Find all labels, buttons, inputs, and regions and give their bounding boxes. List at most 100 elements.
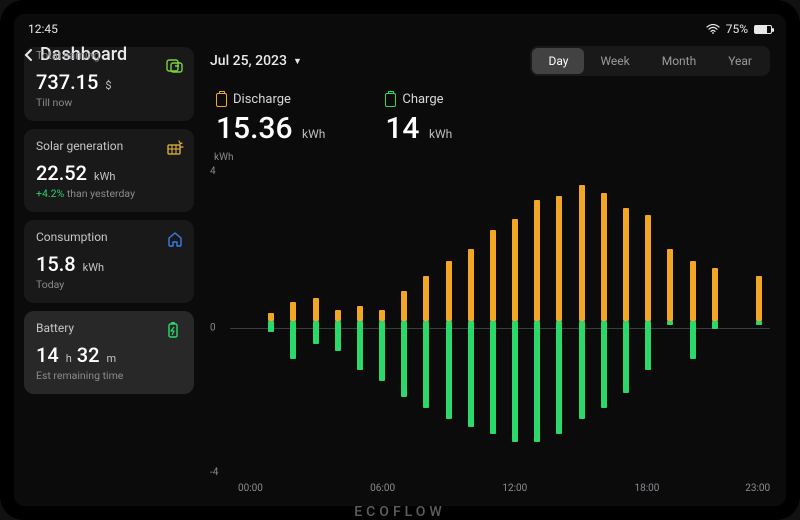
bar-slot[interactable] xyxy=(482,170,504,472)
charge-bar xyxy=(645,321,651,370)
clock: 12:45 xyxy=(28,22,58,36)
xtick: 06:00 xyxy=(370,483,395,494)
xtick: 18:00 xyxy=(635,483,660,494)
solar-icon xyxy=(166,139,184,157)
bar-slot[interactable] xyxy=(681,170,703,472)
status-bar: 12:45 75% xyxy=(14,14,786,38)
charge-bar xyxy=(423,321,429,408)
battery-icon xyxy=(754,25,772,34)
charge-bar xyxy=(712,321,718,329)
battery-discharge-icon xyxy=(216,93,227,107)
discharge-bar xyxy=(357,306,363,321)
card-title: Solar generation xyxy=(36,139,182,153)
card-title: Total earning xyxy=(36,49,182,62)
bar-slot[interactable] xyxy=(659,170,681,472)
charge-bar xyxy=(579,321,585,419)
battery-charge-icon xyxy=(385,93,396,107)
bar-slot[interactable] xyxy=(371,170,393,472)
bar-slot[interactable] xyxy=(615,170,637,472)
charge-bar xyxy=(313,321,319,344)
sidebar-item-consumption[interactable]: Consumption 15.8 kWh Today xyxy=(24,220,194,303)
charge-bar xyxy=(290,321,296,359)
charge-bar xyxy=(379,321,385,381)
charge-bar xyxy=(401,321,407,397)
card-title: Battery xyxy=(36,321,182,335)
discharge-bar xyxy=(645,215,651,321)
ytick: 4 xyxy=(210,166,216,177)
bar-slot[interactable] xyxy=(571,170,593,472)
seg-month[interactable]: Month xyxy=(646,48,712,74)
charge-bar xyxy=(601,321,607,408)
charge-bar xyxy=(623,321,629,393)
seg-week[interactable]: Week xyxy=(584,48,645,74)
charge-bar xyxy=(268,321,274,332)
charge-bar xyxy=(756,321,762,325)
sidebar-item-battery[interactable]: Battery 14 h 32 m Est remaining time xyxy=(24,311,194,394)
bar-slot[interactable] xyxy=(548,170,570,472)
discharge-bar xyxy=(335,310,341,321)
charge-bar xyxy=(667,321,673,325)
xtick: 12:00 xyxy=(502,483,527,494)
discharge-bar xyxy=(556,196,562,321)
main-panel: Jul 25, 2023 ▼ Day Week Month Year Disch… xyxy=(202,38,786,506)
discharge-bar xyxy=(579,185,585,321)
ytick: 0 xyxy=(210,323,216,334)
bar-slot[interactable] xyxy=(593,170,615,472)
battery-vert-icon xyxy=(166,321,184,339)
bar-slot[interactable] xyxy=(504,170,526,472)
charge-bar xyxy=(357,321,363,370)
metric-discharge: Discharge 15.36 kWh xyxy=(216,92,325,146)
charge-bar xyxy=(335,321,341,351)
charge-bar xyxy=(512,321,518,442)
discharge-bar xyxy=(490,230,496,321)
ytick: -4 xyxy=(210,467,218,478)
bar-slot[interactable] xyxy=(460,170,482,472)
card-title: Consumption xyxy=(36,230,182,244)
discharge-bar xyxy=(313,298,319,321)
bar-slot[interactable] xyxy=(282,170,304,472)
xtick: 23:00 xyxy=(745,483,770,494)
bar-slot[interactable] xyxy=(349,170,371,472)
sidebar-item-solar[interactable]: Solar generation 22.52 kWh +4.2% than ye… xyxy=(24,129,194,212)
charge-bar xyxy=(490,321,496,434)
discharge-bar xyxy=(756,276,762,321)
discharge-bar xyxy=(690,261,696,321)
discharge-bar xyxy=(534,200,540,321)
bar-slot[interactable] xyxy=(704,170,726,472)
bar-slot[interactable] xyxy=(748,170,770,472)
charge-bar xyxy=(690,321,696,359)
discharge-bar xyxy=(379,310,385,321)
discharge-bar xyxy=(623,208,629,321)
sidebar-item-earning[interactable]: Total earning 737.15 $ Till now xyxy=(24,47,194,121)
bar-slot[interactable] xyxy=(415,170,437,472)
date-picker[interactable]: Jul 25, 2023 ▼ xyxy=(210,53,302,69)
discharge-bar xyxy=(446,261,452,321)
seg-year[interactable]: Year xyxy=(712,48,768,74)
bar-slot[interactable] xyxy=(305,170,327,472)
discharge-bar xyxy=(601,193,607,321)
caret-down-icon: ▼ xyxy=(293,56,302,67)
bar-slot[interactable] xyxy=(238,170,260,472)
charge-bar xyxy=(468,321,474,427)
seg-day[interactable]: Day xyxy=(532,48,584,74)
charge-bar xyxy=(446,321,452,419)
energy-chart[interactable]: kWh 4 0 -4 00:0006:0012:0018:0023:00 xyxy=(210,156,770,500)
discharge-bar xyxy=(468,249,474,321)
bar-slot[interactable] xyxy=(393,170,415,472)
sidebar: Dashboard Total earning 737.15 $ Till no… xyxy=(14,38,202,506)
discharge-bar xyxy=(401,291,407,321)
bar-slot[interactable] xyxy=(726,170,748,472)
earning-icon xyxy=(166,57,184,75)
bar-slot[interactable] xyxy=(637,170,659,472)
discharge-bar xyxy=(667,249,673,321)
xtick: 00:00 xyxy=(238,483,263,494)
charge-bar xyxy=(556,321,562,434)
bar-slot[interactable] xyxy=(438,170,460,472)
bar-slot[interactable] xyxy=(327,170,349,472)
brand-logo: ECOFLOW xyxy=(0,504,800,520)
metric-charge: Charge 14 kWh xyxy=(385,92,452,146)
discharge-bar xyxy=(712,268,718,321)
bar-slot[interactable] xyxy=(260,170,282,472)
charge-bar xyxy=(534,321,540,442)
bar-slot[interactable] xyxy=(526,170,548,472)
